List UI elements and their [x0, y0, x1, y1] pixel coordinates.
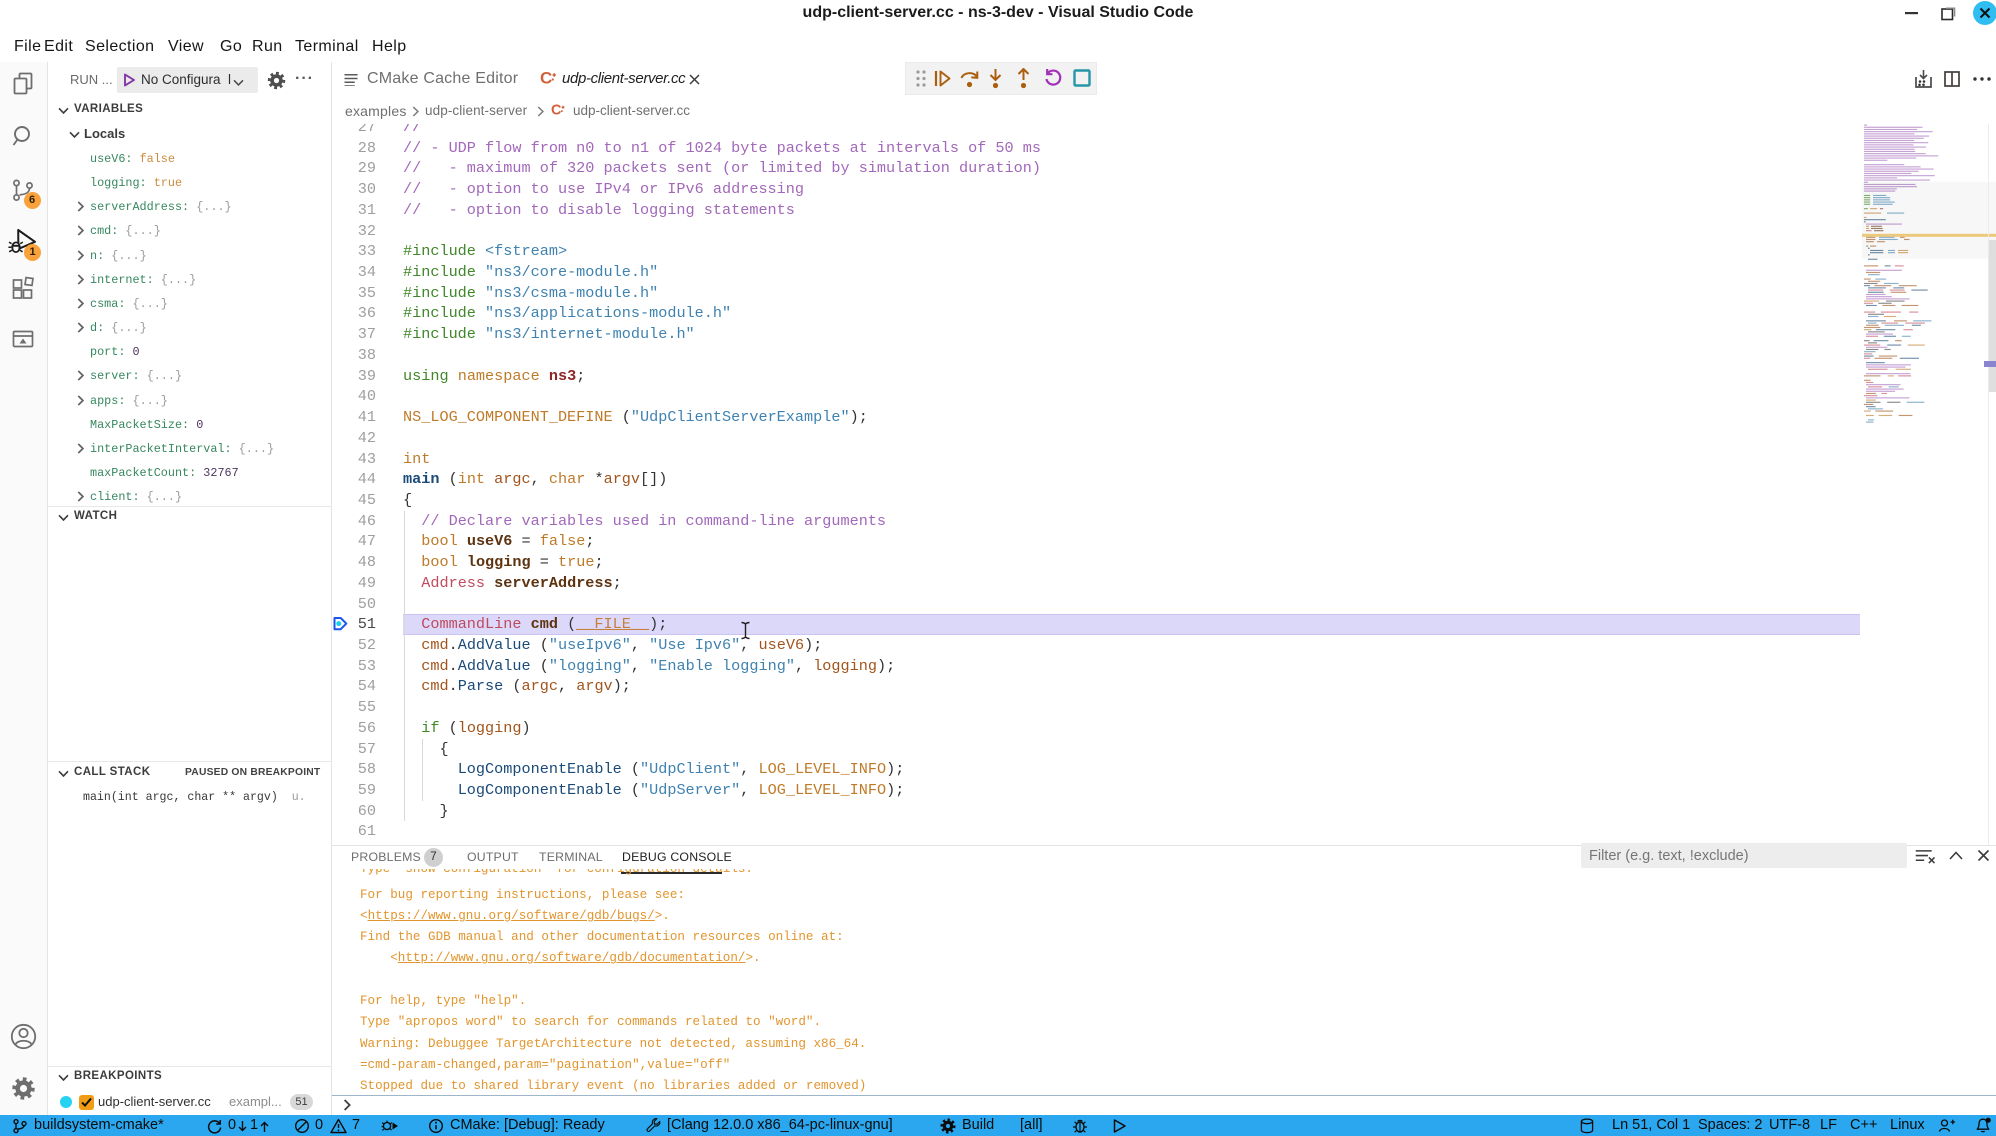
svg-text:C: C — [540, 70, 552, 87]
svg-text:C: C — [551, 103, 562, 117]
